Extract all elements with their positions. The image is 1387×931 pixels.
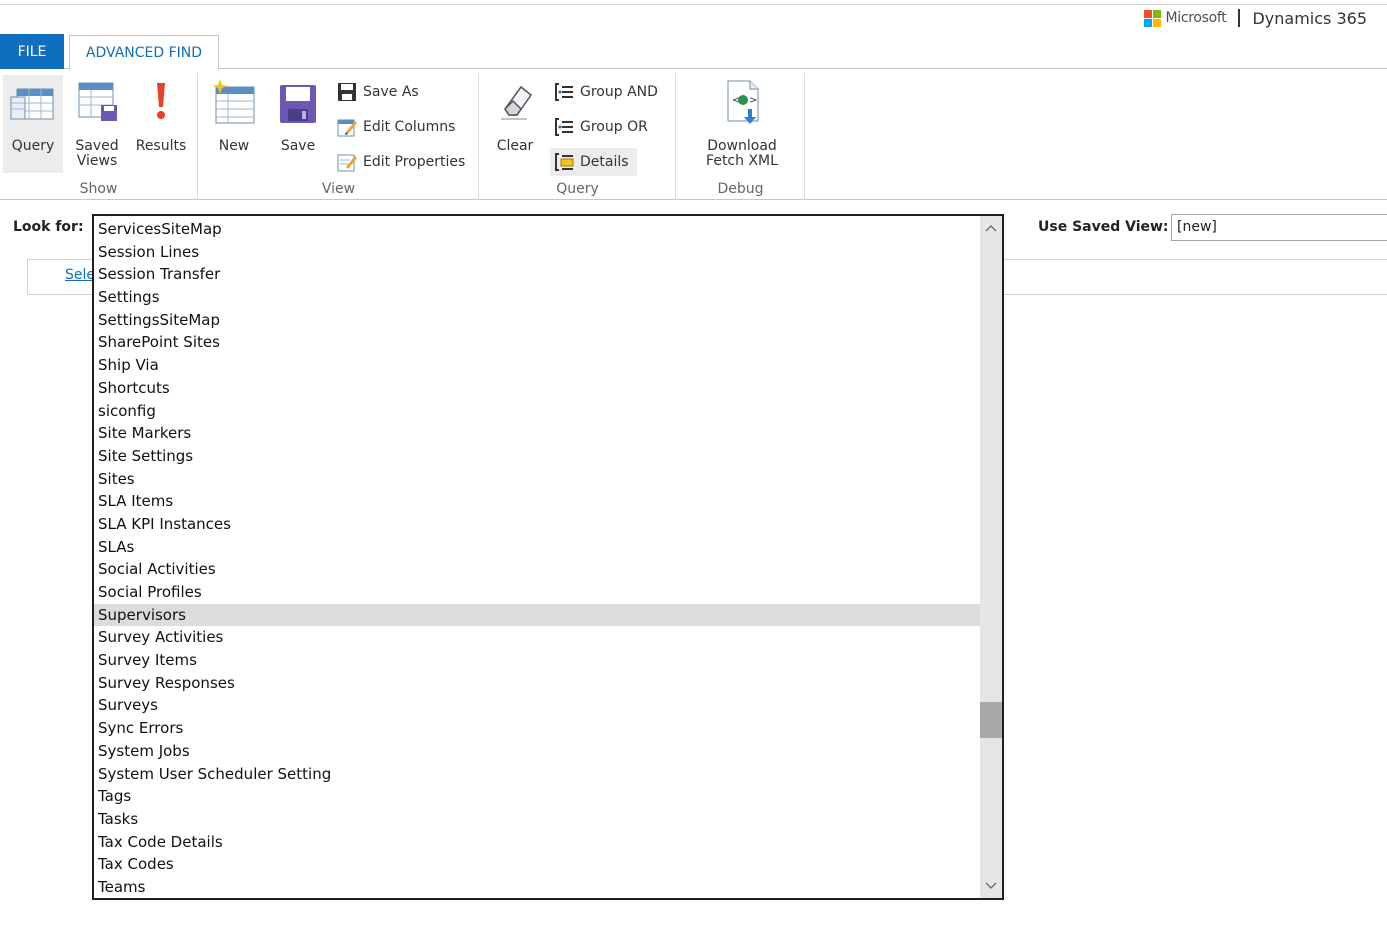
- edit-properties-icon: [336, 151, 358, 173]
- svg-text:>: >: [749, 95, 757, 106]
- microsoft-logo-icon: [1144, 9, 1162, 27]
- ribbon-tabs: FILE ADVANCED FIND: [0, 34, 1387, 70]
- list-item[interactable]: Session Lines: [94, 241, 980, 264]
- entity-options: ServicesSiteMap Session Lines Session Tran…: [94, 218, 980, 898]
- scroll-up-icon[interactable]: [980, 218, 1002, 238]
- show-group-label: Show: [79, 181, 118, 197]
- list-item[interactable]: SLA KPI Instances: [94, 513, 980, 536]
- list-item[interactable]: Supervisors: [94, 603, 980, 627]
- dropdown-scrollbar[interactable]: [980, 216, 1002, 898]
- group-and-label: Group AND: [580, 84, 658, 100]
- list-item[interactable]: System User Scheduler Setting: [94, 763, 980, 786]
- edit-columns-label: Edit Columns: [363, 119, 456, 135]
- list-item[interactable]: Site Settings: [94, 445, 980, 468]
- clear-label: Clear: [496, 138, 534, 154]
- group-or-button[interactable]: Group OR: [553, 113, 648, 141]
- tab-advanced-find[interactable]: ADVANCED FIND: [69, 35, 219, 70]
- group-and-icon: [553, 81, 575, 103]
- list-item[interactable]: System Jobs: [94, 740, 980, 763]
- debug-group-label: Debug: [717, 181, 764, 197]
- save-as-icon: [336, 81, 358, 103]
- list-item[interactable]: Surveys: [94, 694, 980, 717]
- ribbon-group-debug: < > Download Fetch XML Debug: [677, 73, 805, 200]
- list-item[interactable]: Survey Items: [94, 649, 980, 672]
- results-button[interactable]: Results: [131, 75, 191, 154]
- saved-views-label: Saved Views: [75, 138, 119, 169]
- details-icon: [553, 151, 575, 173]
- view-group-label: View: [321, 181, 356, 197]
- clear-button[interactable]: Clear: [486, 75, 544, 154]
- select-link[interactable]: Sele: [65, 267, 95, 283]
- list-item[interactable]: SLAs: [94, 536, 980, 559]
- list-item[interactable]: Survey Responses: [94, 672, 980, 695]
- list-item[interactable]: Ship Via: [94, 354, 980, 377]
- save-as-button[interactable]: Save As: [336, 78, 419, 106]
- query-group-label: Query: [556, 181, 599, 197]
- list-item[interactable]: Sync Errors: [94, 717, 980, 740]
- xml-download-icon: < >: [718, 75, 766, 127]
- download-fetch-xml-button[interactable]: < > Download Fetch XML: [681, 75, 803, 169]
- list-item[interactable]: Session Transfer: [94, 263, 980, 286]
- eraser-icon: [491, 75, 539, 127]
- list-item[interactable]: Settings: [94, 286, 980, 309]
- list-item[interactable]: Tasks: [94, 808, 980, 831]
- list-item[interactable]: Tags: [94, 785, 980, 808]
- list-item[interactable]: ServicesSiteMap: [94, 218, 980, 241]
- scroll-down-icon[interactable]: [980, 876, 1002, 896]
- new-button[interactable]: New: [205, 75, 263, 154]
- ribbon: Query Saved Views Results Show New Save …: [0, 69, 1387, 200]
- list-item[interactable]: Shortcuts: [94, 377, 980, 400]
- list-item[interactable]: siconfig: [94, 400, 980, 423]
- details-label: Details: [580, 154, 629, 170]
- list-item[interactable]: Tax Codes: [94, 853, 980, 876]
- query-button[interactable]: Query: [3, 75, 63, 173]
- save-button[interactable]: Save: [269, 75, 327, 154]
- ribbon-group-query: Clear Group AND Group OR Details Query: [480, 73, 676, 200]
- list-item[interactable]: Social Activities: [94, 558, 980, 581]
- list-item[interactable]: Site Markers: [94, 422, 980, 445]
- new-label: New: [218, 138, 250, 154]
- exclamation-icon: [137, 75, 185, 127]
- saved-views-button[interactable]: Saved Views: [68, 75, 126, 169]
- ribbon-group-view: New Save Save As Edit Columns Edit Prope…: [199, 73, 479, 200]
- saved-view-label: Use Saved View:: [1038, 219, 1169, 235]
- edit-columns-button[interactable]: Edit Columns: [336, 113, 455, 141]
- save-label: Save: [280, 138, 316, 154]
- group-or-label: Group OR: [580, 119, 648, 135]
- group-or-icon: [553, 116, 575, 138]
- saved-view-select[interactable]: [new]: [1171, 214, 1387, 241]
- scrollbar-thumb[interactable]: [980, 701, 1002, 738]
- edit-properties-button[interactable]: Edit Properties: [336, 148, 465, 176]
- download-fetch-xml-label: Download Fetch XML: [706, 138, 778, 169]
- list-item[interactable]: Tax Code Details: [94, 831, 980, 854]
- brand-product[interactable]: Dynamics 365: [1252, 9, 1367, 28]
- list-item[interactable]: Teams: [94, 876, 980, 898]
- results-label: Results: [135, 138, 187, 154]
- save-as-label: Save As: [363, 84, 419, 100]
- ribbon-group-show: Query Saved Views Results Show: [0, 73, 198, 200]
- edit-properties-label: Edit Properties: [363, 154, 466, 170]
- details-button[interactable]: Details: [550, 148, 637, 176]
- list-item[interactable]: Social Profiles: [94, 581, 980, 604]
- list-item[interactable]: Survey Activities: [94, 626, 980, 649]
- look-for-dropdown-list[interactable]: ServicesSiteMap Session Lines Session Tran…: [92, 214, 1004, 900]
- brand-bar: Microsoft Dynamics 365: [1144, 7, 1367, 29]
- tab-file[interactable]: FILE: [0, 34, 64, 69]
- new-view-icon: [210, 75, 258, 127]
- edit-columns-icon: [336, 116, 358, 138]
- list-item[interactable]: SettingsSiteMap: [94, 309, 980, 332]
- query-label: Query: [11, 138, 55, 154]
- brand-company: Microsoft: [1165, 10, 1227, 26]
- list-item[interactable]: SLA Items: [94, 490, 980, 513]
- top-border: [0, 0, 1387, 5]
- list-item[interactable]: SharePoint Sites: [94, 331, 980, 354]
- save-icon: [274, 75, 322, 127]
- group-and-button[interactable]: Group AND: [553, 78, 658, 106]
- brand-separator: [1238, 9, 1241, 27]
- saved-views-icon: [73, 75, 121, 127]
- list-item[interactable]: Sites: [94, 468, 980, 491]
- query-icon: [9, 75, 57, 127]
- look-for-label: Look for:: [13, 219, 84, 235]
